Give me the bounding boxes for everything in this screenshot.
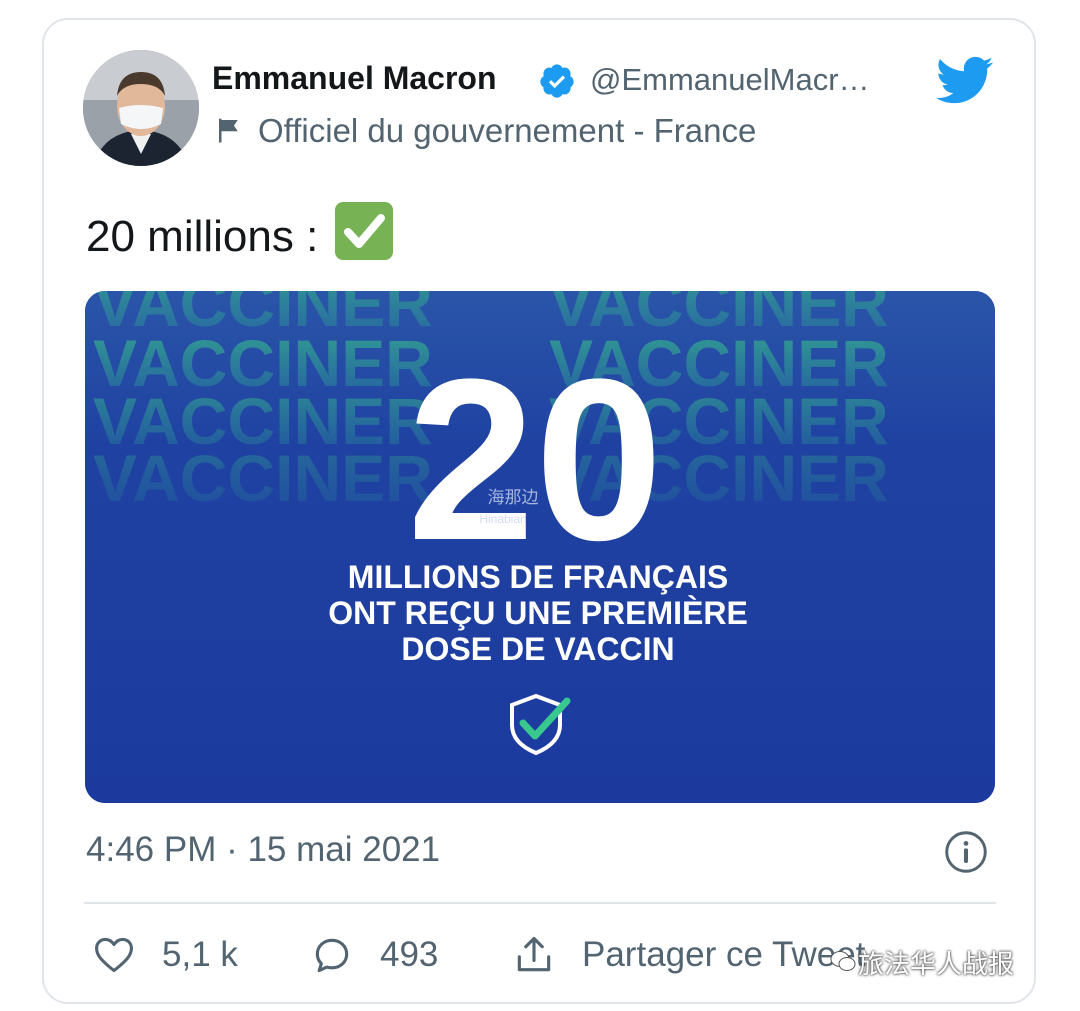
wechat-icon — [830, 951, 856, 971]
tweet-timestamp[interactable]: 4:46 PM · 15 mai 2021 — [86, 830, 440, 870]
verified-badge-icon — [540, 64, 574, 98]
government-affiliation-label: Officiel du gouvernement - France — [258, 112, 757, 149]
twitter-bird-icon[interactable] — [936, 56, 994, 106]
author-name[interactable]: Emmanuel Macron — [212, 60, 497, 97]
reply-count: 493 — [380, 935, 439, 974]
hinabian-watermark-cn: 海那边 — [488, 488, 539, 508]
vaccine-campaign-graphic: VACCINER VACCINER VACCINER VACCINER VACC… — [85, 291, 995, 803]
caption-line-2: ONT REÇU UNE PREMIÈRE — [328, 595, 748, 631]
caption-line-3: DOSE DE VACCIN — [401, 631, 674, 667]
check-mark-emoji-icon — [334, 202, 393, 260]
avatar[interactable] — [83, 50, 199, 166]
hinabian-watermark-en: Hinabian — [479, 512, 526, 526]
reply-button[interactable]: 493 — [310, 932, 438, 978]
heart-icon — [95, 937, 133, 973]
overlay-watermark: 旅法华人战报 — [858, 949, 1015, 979]
info-icon[interactable] — [944, 830, 988, 874]
like-button[interactable]: 5,1 k — [92, 932, 238, 978]
caption-line-1: MILLIONS DE FRANÇAIS — [348, 559, 728, 595]
divider — [84, 902, 996, 904]
tweet-text: 20 millions : — [86, 202, 393, 262]
share-icon — [517, 936, 551, 972]
tweet-text-content: 20 millions : — [86, 212, 319, 261]
like-count: 5,1 k — [162, 935, 238, 974]
pattern-word: VACCINER — [93, 441, 433, 515]
share-button[interactable]: Partager ce Tweet — [512, 932, 865, 978]
flag-icon — [219, 118, 238, 143]
avatar-photo — [83, 50, 199, 166]
reply-bubble-icon — [315, 938, 349, 973]
tweet-media-image[interactable]: VACCINER VACCINER VACCINER VACCINER VACC… — [85, 291, 995, 803]
author-handle[interactable]: @EmmanuelMacr… — [590, 62, 870, 98]
big-number-20: 20 — [407, 331, 663, 588]
share-label: Partager ce Tweet — [582, 935, 866, 974]
